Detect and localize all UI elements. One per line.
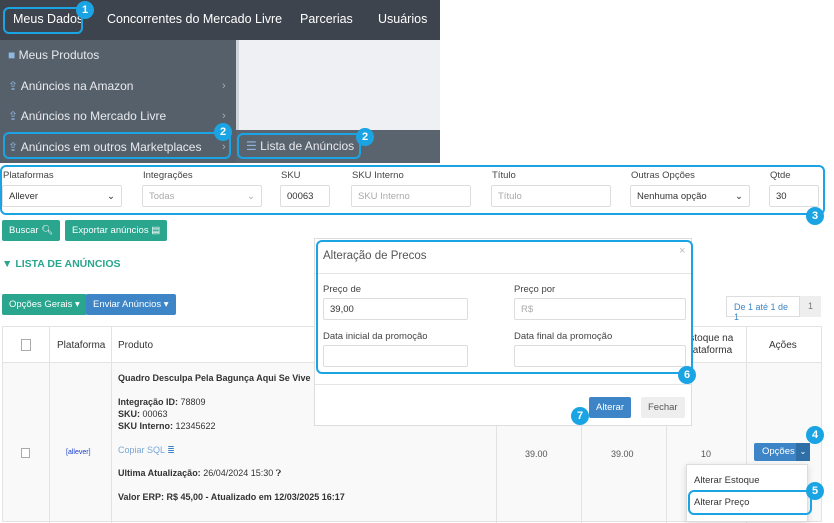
label: Integrações bbox=[143, 170, 193, 181]
tab-concorrentes[interactable]: Concorrentes do Mercado Livre bbox=[107, 12, 282, 26]
submenu-mercado-livre[interactable]: ⇪ Anúncios no Mercado Livre bbox=[8, 109, 166, 123]
opcoes-gerais-button[interactable]: Opções Gerais ▾ bbox=[2, 294, 87, 315]
page-1-button[interactable]: 1 bbox=[800, 296, 821, 317]
file-excel-icon: ▤ bbox=[151, 225, 161, 236]
header-produto: Produto bbox=[118, 340, 154, 351]
tab-parcerias[interactable]: Parcerias bbox=[300, 12, 353, 26]
step-badge: 5 bbox=[806, 482, 824, 500]
upload-icon: ⇪ bbox=[8, 79, 19, 93]
integracoes-select[interactable]: Todas ⌄ bbox=[142, 185, 262, 207]
preco-por-cell: 39.00 bbox=[611, 449, 634, 459]
submenu-meus-produtos[interactable]: ■ Meus Produtos bbox=[8, 48, 99, 62]
enviar-anuncios-button[interactable]: Enviar Anúncios ▾ bbox=[86, 294, 176, 315]
pagination-info: De 1 até 1 de 1 bbox=[726, 296, 800, 322]
buscar-button[interactable]: Buscar 🔍︎ bbox=[2, 220, 61, 241]
gift-icon: ■ bbox=[8, 48, 16, 62]
opcoes-caret-button[interactable]: ⌄ bbox=[796, 443, 810, 461]
outras-opcoes-select[interactable]: Nenhuma opção ⌄ bbox=[630, 185, 750, 207]
database-icon: ≣ bbox=[167, 445, 175, 455]
sku-interno-value: 12345622 bbox=[175, 421, 216, 431]
highlight-6 bbox=[316, 240, 693, 374]
preco-de-cell: 39.00 bbox=[525, 449, 548, 459]
submenu-pane bbox=[236, 40, 440, 130]
chevron-right-icon: › bbox=[222, 110, 226, 122]
highlight-1 bbox=[3, 7, 83, 34]
alterar-button[interactable]: Alterar bbox=[589, 397, 631, 418]
submenu-amazon[interactable]: ⇪ Anúncios na Amazon bbox=[8, 79, 133, 93]
step-badge: 1 bbox=[76, 1, 94, 19]
sku-interno-input[interactable]: SKU Interno bbox=[351, 185, 471, 207]
last-update: 26/04/2024 15:30 bbox=[203, 468, 274, 478]
exportar-button[interactable]: Exportar anúncios ▤ bbox=[65, 220, 168, 241]
alterar-estoque-item[interactable]: Alterar Estoque bbox=[694, 475, 759, 486]
label: Plataformas bbox=[3, 170, 54, 181]
highlight-2 bbox=[3, 132, 231, 159]
label: Título bbox=[492, 170, 516, 181]
label: Qtde bbox=[770, 170, 791, 181]
plataformas-select[interactable]: Allever ⌄ bbox=[2, 185, 122, 207]
question-icon[interactable]: ❓︎ bbox=[276, 468, 281, 478]
filter-icon: ▼ bbox=[2, 258, 13, 270]
label: SKU Interno bbox=[352, 170, 404, 181]
label: SKU bbox=[281, 170, 301, 181]
header-acoes: Ações bbox=[769, 340, 797, 351]
step-badge: 3 bbox=[806, 207, 824, 225]
titulo-input[interactable]: Título bbox=[491, 185, 611, 207]
select-all-checkbox[interactable] bbox=[21, 339, 31, 351]
platform-logo: [allever] bbox=[66, 449, 91, 456]
highlight-5 bbox=[688, 490, 812, 515]
sku-value: 00063 bbox=[142, 409, 168, 419]
step-badge: 6 bbox=[678, 366, 696, 384]
sku-input[interactable]: 00063 bbox=[280, 185, 330, 207]
fechar-button[interactable]: Fechar bbox=[641, 397, 685, 418]
list-title: ▼ LISTA DE ANÚNCIOS bbox=[2, 258, 121, 270]
step-badge: 2 bbox=[356, 128, 374, 146]
estoque-cell: 10 bbox=[701, 449, 712, 459]
step-badge: 2 bbox=[214, 123, 232, 141]
label: Outras Opções bbox=[631, 170, 695, 181]
row-checkbox[interactable] bbox=[21, 448, 30, 458]
copiar-sql-link[interactable]: Copiar SQL ≣ bbox=[118, 444, 488, 456]
valor-erp: Valor ERP: R$ 45,00 - Atualizado em 12/0… bbox=[118, 492, 345, 502]
highlight-2b bbox=[237, 133, 361, 159]
search-icon: 🔍︎ bbox=[41, 225, 54, 236]
integracao-id: 78809 bbox=[180, 397, 206, 407]
step-badge: 4 bbox=[806, 426, 824, 444]
header-plataforma: Plataforma bbox=[57, 340, 106, 351]
step-badge: 7 bbox=[571, 407, 589, 425]
upload-icon: ⇪ bbox=[8, 109, 19, 123]
tab-usuarios[interactable]: Usuários bbox=[378, 12, 427, 26]
qtde-select[interactable]: 30 bbox=[769, 185, 819, 207]
chevron-right-icon: › bbox=[222, 80, 226, 92]
